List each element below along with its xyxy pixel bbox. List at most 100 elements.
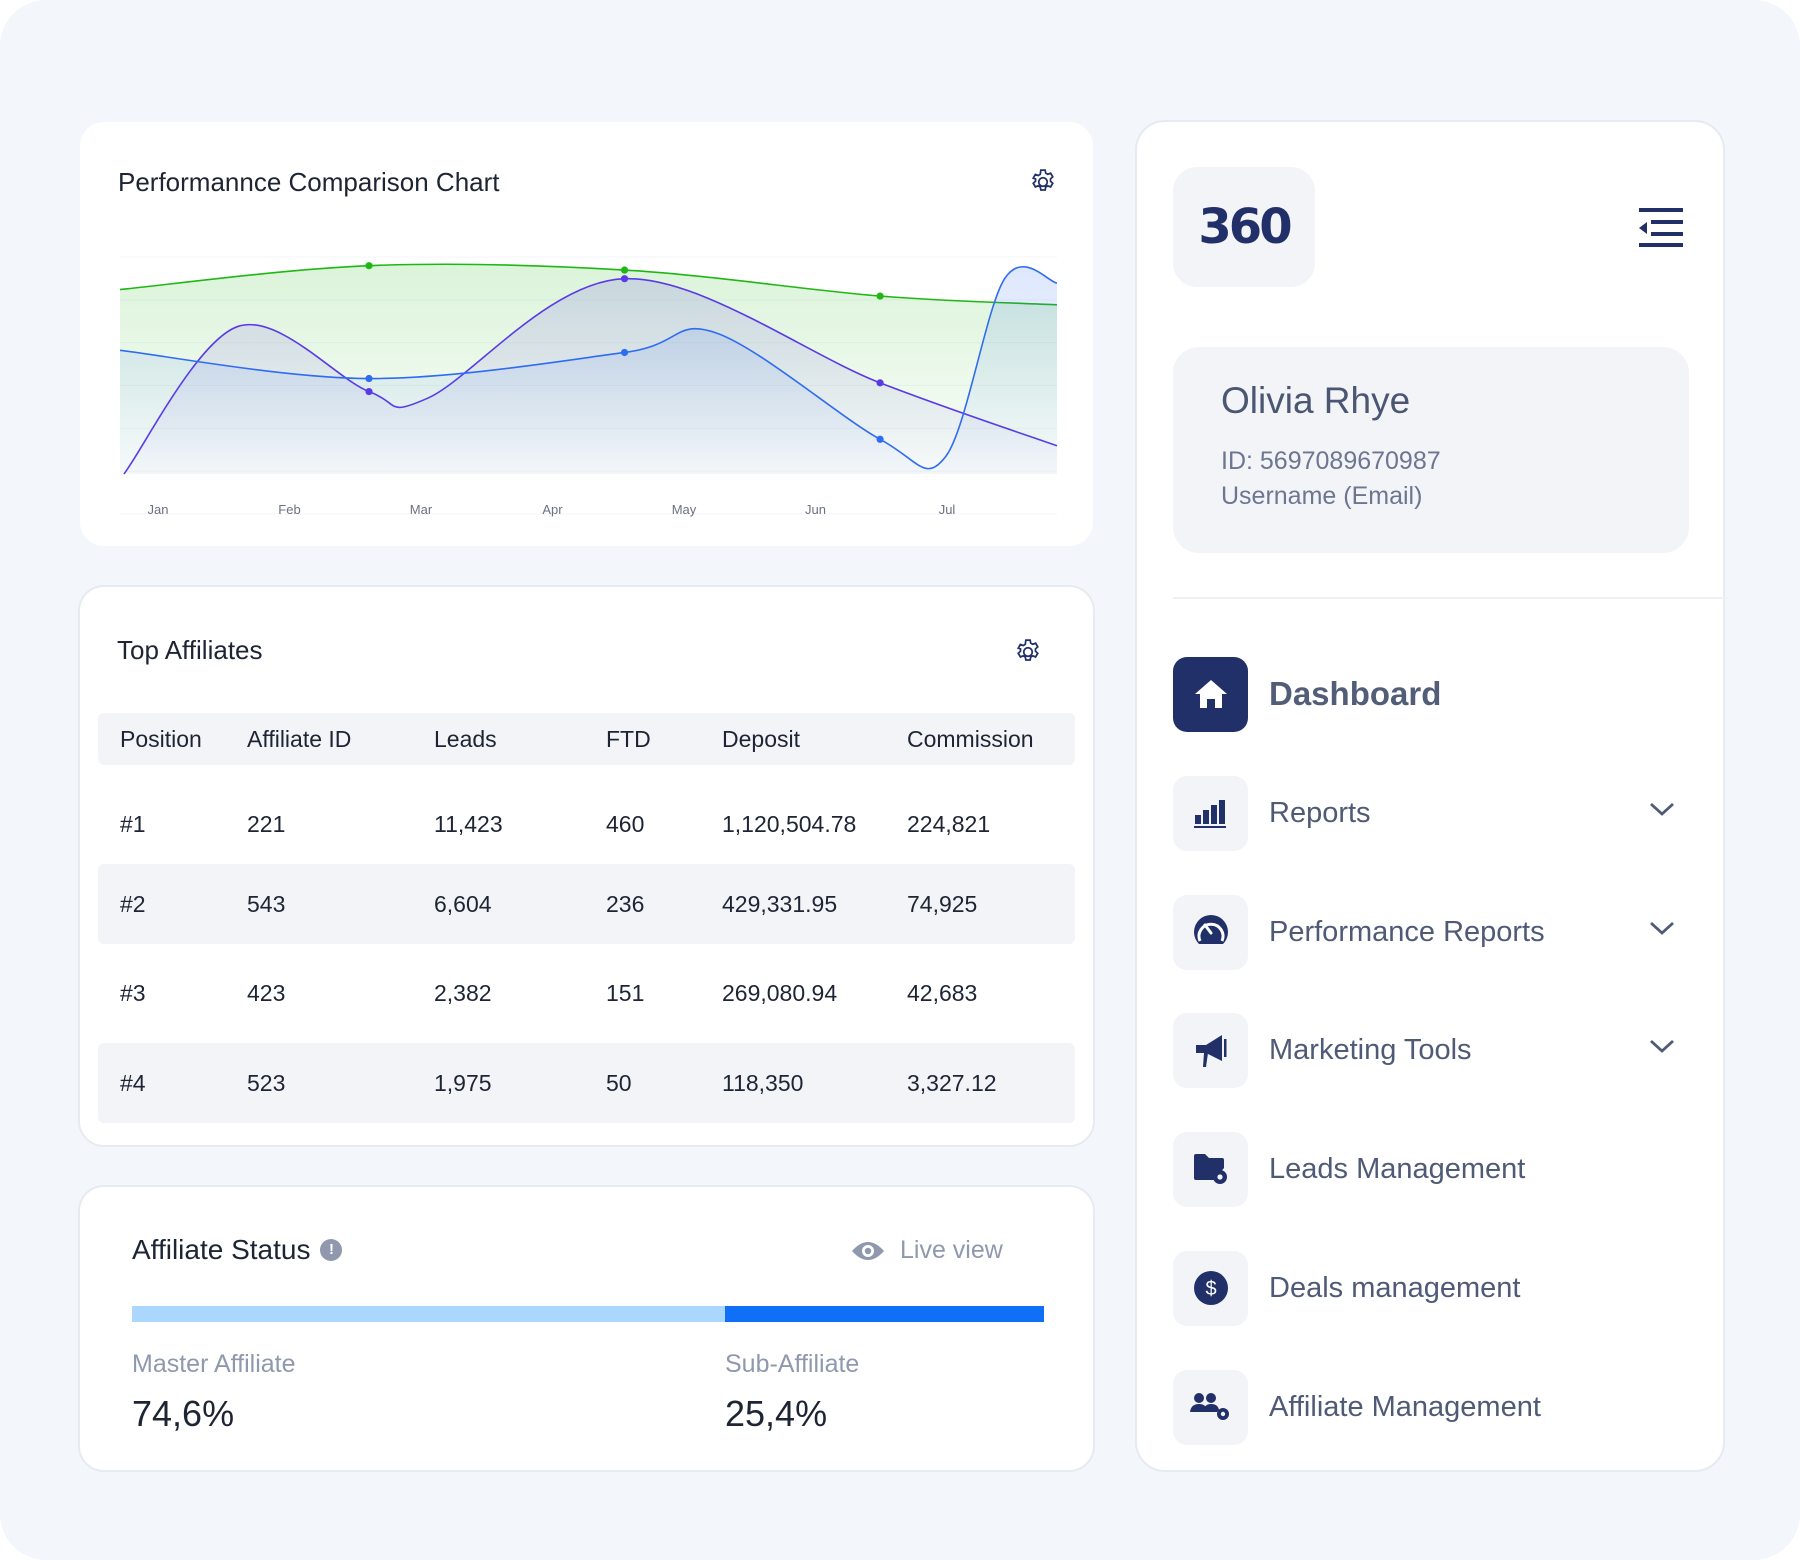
column-header[interactable]: Commission [907,726,1034,753]
sidebar-item-leads-management[interactable]: Leads Management [1173,1131,1689,1207]
master-affiliate-label: Master Affiliate [132,1350,296,1378]
sidebar-item-label: Affiliate Management [1269,1390,1541,1423]
table-row[interactable]: #1 221 11,423 460 1,120,504.78 224,821 [98,784,1075,864]
gauge-icon [1193,915,1228,951]
column-header[interactable]: Deposit [722,726,800,753]
cell-leads: 1,975 [434,1069,492,1096]
cell-affiliate-id: 523 [247,1069,286,1096]
cell-affiliate-id: 543 [247,890,286,917]
table-row[interactable]: #3 423 2,382 151 269,080.94 42,683 [98,953,1075,1033]
info-icon[interactable]: ! [320,1239,343,1261]
chevron-down-icon[interactable] [1649,920,1675,936]
cell-commission: 74,925 [907,890,978,917]
cell-position: #4 [120,1069,146,1096]
data-point[interactable] [365,374,373,383]
cell-deposit: 1,120,504.78 [722,810,857,837]
table-header: Position Affiliate ID Leads FTD Deposit … [98,713,1075,765]
sidebar-item-label: Marketing Tools [1269,1033,1472,1066]
sidebar-item-marketing-tools[interactable]: Marketing Tools [1173,1012,1689,1088]
sidebar-item-deals-management[interactable]: $ Deals management [1173,1250,1689,1326]
sidebar-item-label: Dashboard [1269,675,1442,712]
eye-icon [852,1241,884,1260]
x-tick-label: Apr [542,502,563,517]
sidebar-item-label: Deals management [1269,1271,1521,1304]
sub-affiliate-stat: Sub-Affiliate 25,4% [725,1350,859,1435]
data-point[interactable] [620,266,629,274]
data-point[interactable] [620,348,629,357]
collapse-menu-icon[interactable] [1637,206,1683,248]
chevron-down-icon[interactable] [1649,1038,1675,1054]
sidebar-item-label: Leads Management [1269,1152,1526,1185]
column-header[interactable]: Affiliate ID [247,726,351,753]
svg-text:$: $ [1205,1278,1216,1300]
bar-chart-icon [1193,800,1226,828]
column-header[interactable]: Leads [434,726,497,753]
master-affiliate-bar [132,1306,725,1322]
megaphone-icon [1195,1035,1226,1067]
folder-gear-icon [1193,1154,1227,1184]
status-title: Affiliate Status ! [132,1234,343,1266]
users-gear-icon [1189,1393,1229,1420]
chart-title: Performannce Comparison Chart [118,167,500,197]
column-header[interactable]: Position [120,726,202,753]
cell-commission: 224,821 [907,810,991,837]
sub-affiliate-value: 25,4% [725,1393,828,1434]
sidebar: 360 Olivia Rhye ID: 5697089670987 Userna… [1135,120,1727,1472]
x-tick-label: Jan [148,502,169,517]
x-tick-label: Feb [278,502,300,517]
data-point[interactable] [876,379,884,387]
cell-leads: 11,423 [434,810,503,837]
live-view-label: Live view [900,1236,1003,1264]
cell-affiliate-id: 423 [247,979,286,1006]
sidebar-item-label: Reports [1269,796,1371,829]
sidebar-item-dashboard[interactable]: Dashboard [1173,656,1689,732]
affiliate-split-bar [132,1306,1044,1322]
status-title-text: Affiliate Status [132,1234,311,1265]
cell-ftd: 460 [606,810,645,837]
data-point[interactable] [365,262,373,270]
home-icon [1194,680,1227,708]
cell-ftd: 236 [606,890,645,917]
data-point[interactable] [620,275,629,283]
sidebar-item-label: Performance Reports [1269,915,1545,948]
column-header[interactable]: FTD [606,726,651,753]
data-point[interactable] [876,435,884,443]
data-point[interactable] [876,292,884,300]
live-view-button[interactable]: Live view [850,1236,1003,1265]
sidebar-item-affiliate-management[interactable]: Affiliate Management [1173,1369,1689,1445]
user-profile-card[interactable]: Olivia Rhye ID: 5697089670987 Username (… [1173,347,1689,553]
table-row[interactable]: #4 523 1,975 50 118,350 3,327.12 [98,1043,1075,1123]
divider [1173,597,1727,599]
logo-text: 360 [1198,199,1292,255]
data-point[interactable] [365,387,373,396]
table-row[interactable]: #2 543 6,604 236 429,331.95 74,925 [98,864,1075,944]
chevron-down-icon[interactable] [1649,801,1675,817]
user-name: Olivia Rhye [1221,380,1411,421]
cell-affiliate-id: 221 [247,810,286,837]
top-affiliates-card: Top Affiliates Position Affiliate ID Lea… [78,585,1095,1147]
user-username: Username (Email) [1221,482,1423,510]
sub-affiliate-bar [724,1306,1044,1322]
sub-affiliate-label: Sub-Affiliate [725,1350,860,1378]
master-affiliate-value: 74,6% [132,1393,235,1434]
cell-position: #2 [120,890,146,917]
gear-icon[interactable] [1028,167,1058,197]
cell-ftd: 151 [606,979,645,1006]
logo[interactable]: 360 [1173,167,1315,287]
cell-deposit: 118,350 [722,1069,804,1096]
cell-position: #1 [120,810,146,837]
sidebar-item-reports[interactable]: Reports [1173,775,1689,851]
sidebar-item-performance-reports[interactable]: Performance Reports [1173,894,1689,970]
x-tick-label: Mar [410,502,433,517]
gear-icon[interactable] [1013,637,1043,667]
x-tick-label: May [672,502,697,517]
cell-deposit: 429,331.95 [722,890,838,917]
affiliate-status-card: Affiliate Status ! Live view Master Affi… [78,1185,1095,1472]
x-tick-label: Jun [805,502,826,517]
cell-leads: 6,604 [434,890,492,917]
cell-commission: 3,327.12 [907,1069,997,1096]
cell-position: #3 [120,979,146,1006]
cell-commission: 42,683 [907,979,978,1006]
cell-deposit: 269,080.94 [722,979,838,1006]
user-id: ID: 5697089670987 [1221,447,1441,475]
